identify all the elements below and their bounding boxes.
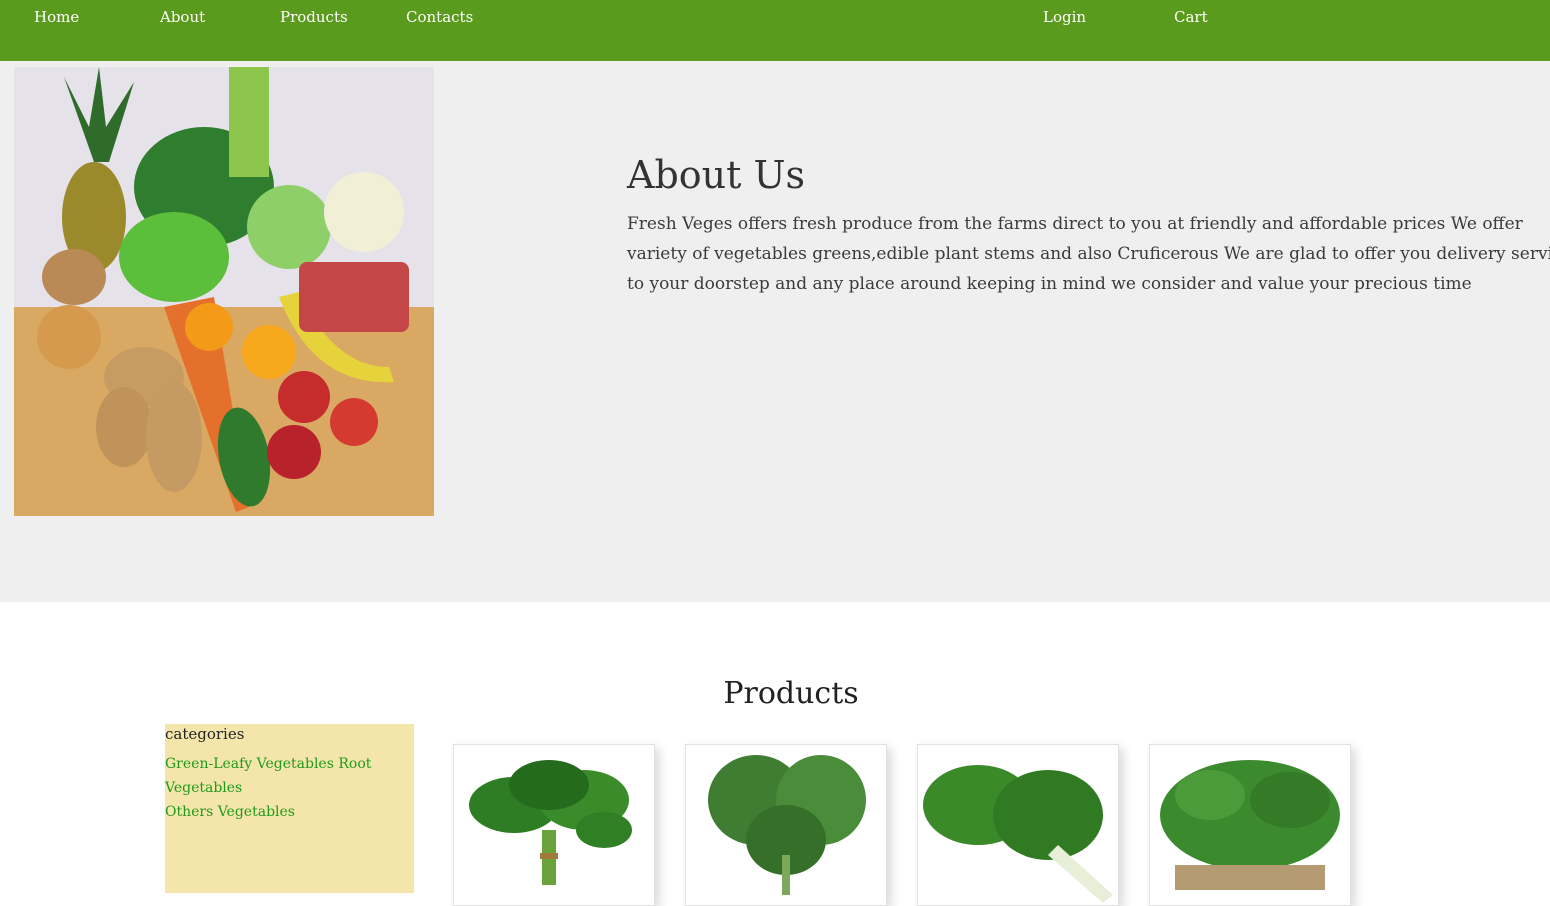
- microgreens-photo: [1150, 745, 1350, 905]
- nav-products-link[interactable]: Products: [280, 8, 348, 26]
- about-description: Fresh Veges offers fresh produce from th…: [627, 214, 1550, 294]
- nav-home-link[interactable]: Home: [34, 8, 79, 26]
- product-card-chard[interactable]: [917, 744, 1119, 906]
- about-title: About Us: [627, 153, 805, 197]
- products-title: Products: [723, 676, 859, 711]
- nav-cart-link[interactable]: Cart: [1174, 8, 1208, 26]
- spinach-bunch-photo: [454, 745, 654, 905]
- nav-contacts-link[interactable]: Contacts: [406, 8, 473, 26]
- collard-greens-photo: [686, 745, 886, 905]
- vegetable-basket-photo: [14, 67, 434, 516]
- nav-login-link[interactable]: Login: [1043, 8, 1086, 26]
- product-card-microgreens[interactable]: [1149, 744, 1351, 906]
- categories-heading: categories: [165, 725, 245, 743]
- product-card-spinach[interactable]: [453, 744, 655, 906]
- top-navbar: Home About Products Contacts Login Cart: [0, 0, 1550, 61]
- about-section: About Us Fresh Veges offers fresh produc…: [0, 61, 1550, 602]
- swiss-chard-photo: [918, 745, 1118, 905]
- nav-about-link[interactable]: About: [160, 8, 205, 26]
- category-others-link[interactable]: Others Vegetables: [165, 804, 295, 820]
- categories-panel: categories Green-Leafy Vegetables Root V…: [165, 724, 414, 893]
- category-green-leafy-link[interactable]: Green-Leafy Vegetables: [165, 756, 334, 772]
- product-card-collards[interactable]: [685, 744, 887, 906]
- categories-links: Green-Leafy Vegetables Root Vegetables O…: [165, 752, 414, 824]
